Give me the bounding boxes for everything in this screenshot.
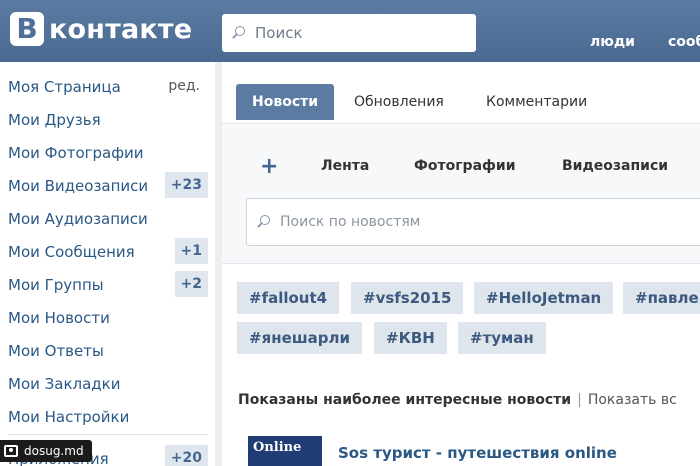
left-sidebar: Моя Страница ред. Мои Друзья Мои Фотогра…	[0, 62, 215, 466]
hashtag[interactable]: #vsfs2015	[351, 282, 464, 314]
feed-tab-photos[interactable]: Фотографии	[414, 158, 516, 174]
hashtag[interactable]: #павле	[623, 282, 700, 314]
separator: |	[577, 392, 582, 408]
sidebar-item-friends[interactable]: Мои Друзья	[8, 103, 208, 136]
sidebar-item-audio[interactable]: Мои Аудиозаписи	[8, 202, 208, 235]
videos-badge: +23	[164, 172, 208, 198]
groups-badge: +2	[174, 271, 208, 297]
sidebar-item-my-page[interactable]: Моя Страница ред.	[8, 70, 208, 103]
edit-link[interactable]: ред.	[168, 78, 200, 94]
sidebar-item-label: Мои Новости	[8, 308, 110, 327]
show-all-link[interactable]: Показать вс	[588, 392, 677, 408]
post-thumbnail[interactable]: Online	[248, 436, 322, 466]
messages-badge: +1	[174, 238, 208, 264]
hashtag[interactable]: #HelloJetman	[474, 282, 614, 314]
watermark-text: dosug.md	[24, 444, 84, 458]
sidebar-item-photos[interactable]: Мои Фотографии	[8, 136, 208, 169]
sidebar-divider	[8, 434, 208, 435]
tab-comments[interactable]: Комментарии	[486, 84, 587, 120]
shown-interesting-label: Показаны наиболее интересные новости	[238, 392, 572, 408]
sidebar-item-label: Мои Группы	[8, 275, 104, 294]
top-header: В контакте Поиск люди сооб	[0, 0, 700, 62]
sidebar-item-label: Мои Настройки	[8, 407, 130, 426]
sidebar-item-label: Моя Страница	[8, 77, 121, 96]
communities-link[interactable]: сооб	[668, 34, 700, 50]
news-search-placeholder: Поиск по новостям	[280, 214, 421, 230]
apps-badge: +20	[164, 445, 208, 466]
hashtag[interactable]: #КВН	[374, 322, 447, 354]
sidebar-item-videos[interactable]: Мои Видеозаписи +23	[8, 169, 208, 202]
hashtag[interactable]: #туман	[458, 322, 546, 354]
sidebar-item-groups[interactable]: Мои Группы +2	[8, 268, 208, 301]
logo-letter: В	[10, 12, 44, 46]
tab-updates[interactable]: Обновления	[354, 84, 444, 120]
vk-logo[interactable]: В контакте	[10, 12, 192, 46]
search-placeholder: Поиск	[255, 24, 303, 42]
logo-text: контакте	[49, 13, 193, 45]
hashtag[interactable]: #янешарли	[237, 322, 363, 354]
feed-tab-videos[interactable]: Видеозаписи	[562, 158, 668, 174]
sidebar-item-label: Мои Закладки	[8, 374, 121, 393]
sidebar-item-label: Мои Сообщения	[8, 242, 135, 261]
camera-icon	[4, 445, 18, 457]
sidebar-item-settings[interactable]: Мои Настройки	[8, 400, 208, 433]
sidebar-item-label: Мои Аудиозаписи	[8, 209, 148, 228]
search-input[interactable]: Поиск	[222, 14, 476, 52]
sidebar-item-messages[interactable]: Мои Сообщения +1	[8, 235, 208, 268]
search-icon	[232, 26, 246, 40]
news-search-input[interactable]: Поиск по новостям	[246, 198, 700, 246]
sidebar-item-bookmarks[interactable]: Мои Закладки	[8, 367, 208, 400]
search-icon	[257, 215, 271, 229]
watermark: dosug.md	[0, 440, 92, 462]
feed-toolbar: + Лента Фотографии Видеозаписи Поиск по …	[222, 124, 700, 264]
shown-filter: Показаны наиболее интересные новости | Пок…	[238, 392, 677, 408]
sidebar-item-label: Мои Ответы	[8, 341, 104, 360]
news-tabbar: Новости Обновления Комментарии	[222, 62, 700, 124]
people-link[interactable]: люди	[590, 34, 635, 50]
hashtag-list: #fallout4 #vsfs2015 #HelloJetman #павле …	[222, 264, 700, 364]
sidebar-item-label: Мои Видеозаписи	[8, 176, 149, 195]
add-list-button[interactable]: +	[260, 154, 278, 179]
feed-tab-lenta[interactable]: Лента	[321, 158, 369, 174]
news-main: Новости Обновления Комментарии + Лента Ф…	[222, 62, 700, 466]
sidebar-item-news[interactable]: Мои Новости	[8, 301, 208, 334]
post-author-link[interactable]: Sos турист - путешествия online	[338, 444, 617, 462]
tab-news[interactable]: Новости	[236, 84, 335, 120]
sidebar-item-label: Мои Фотографии	[8, 143, 144, 162]
hashtag[interactable]: #fallout4	[237, 282, 340, 314]
sidebar-item-label: Мои Друзья	[8, 110, 101, 129]
thumb-text: Online	[253, 440, 302, 455]
sidebar-item-answers[interactable]: Мои Ответы	[8, 334, 208, 367]
